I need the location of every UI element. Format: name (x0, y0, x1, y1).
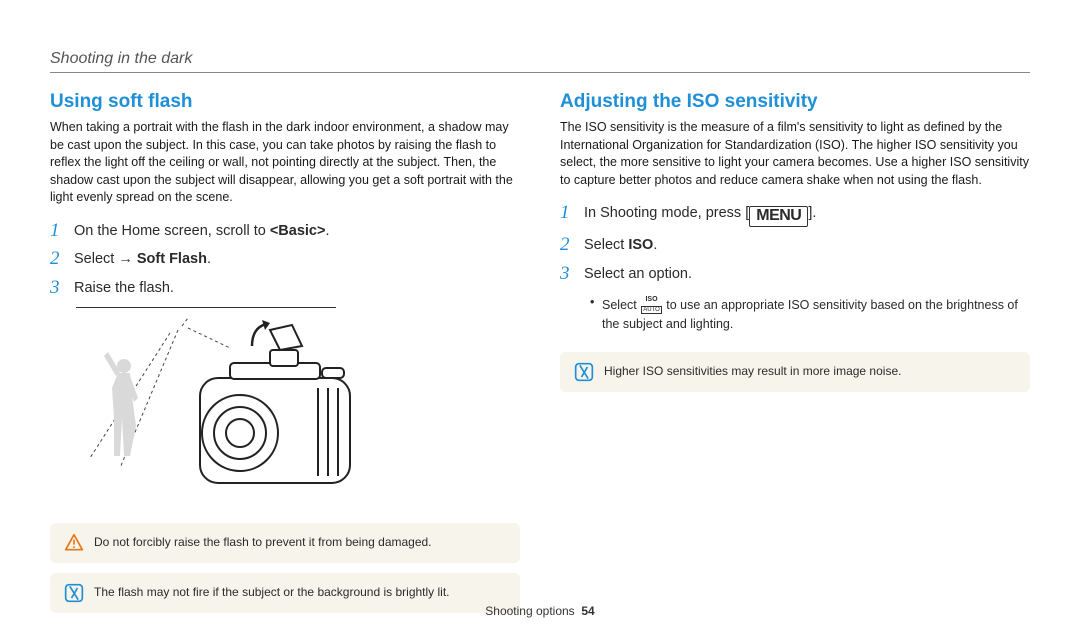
step-number: 1 (560, 203, 574, 224)
header-rule (50, 72, 1030, 73)
menu-button-graphic: MENU (749, 206, 808, 227)
warning-text: Do not forcibly raise the flash to preve… (94, 535, 432, 551)
steps-rule (76, 307, 336, 308)
left-steps: 1 On the Home screen, scroll to <Basic>.… (50, 221, 520, 300)
step-1-post: . (325, 223, 329, 239)
section-header: Shooting in the dark (50, 50, 1030, 68)
page-footer: Shooting options 54 (0, 604, 1080, 618)
step-number: 3 (50, 278, 64, 299)
sub-post: to use an appropriate ISO sensitivity ba… (602, 298, 1018, 331)
sub-bullet: Select ISOAUTO to use an appropriate ISO… (590, 293, 1030, 334)
sub-pre: Select (602, 298, 640, 312)
right-heading: Adjusting the ISO sensitivity (560, 91, 1030, 113)
r-step-2: 2 Select ISO. (560, 235, 1030, 256)
info-text-2: Higher ISO sensitivities may result in m… (604, 364, 901, 380)
step-3: 3 Raise the flash. (50, 278, 520, 299)
step-1: 1 On the Home screen, scroll to <Basic>. (50, 221, 520, 242)
step-2: 2 Select → Soft Flash. (50, 249, 520, 270)
info-icon (64, 583, 84, 603)
soft-flash-illustration (80, 318, 360, 498)
right-column: Adjusting the ISO sensitivity The ISO se… (560, 91, 1030, 613)
r-step-3-text: Select an option. (584, 264, 1030, 284)
step-number: 2 (560, 235, 574, 256)
left-heading: Using soft flash (50, 91, 520, 113)
r-step-2-pre: Select (584, 237, 628, 253)
r-step-1: 1 In Shooting mode, press [MENU]. (560, 203, 1030, 227)
step-2-bold: Soft Flash (137, 251, 207, 267)
step-3-text: Raise the flash. (74, 278, 520, 298)
r-step-3: 3 Select an option. (560, 264, 1030, 285)
warning-note: Do not forcibly raise the flash to preve… (50, 523, 520, 563)
step-number: 1 (50, 221, 64, 242)
r-step-2-bold: ISO (628, 237, 653, 253)
info-text-1: The flash may not fire if the subject or… (94, 585, 450, 601)
step-number: 3 (560, 264, 574, 285)
left-paragraph: When taking a portrait with the flash in… (50, 119, 520, 207)
r-step-2-post: . (653, 237, 657, 253)
r-step-1-pre: In Shooting mode, press [ (584, 205, 749, 221)
step-number: 2 (50, 249, 64, 270)
step-2-pre: Select → (74, 251, 137, 267)
two-column-layout: Using soft flash When taking a portrait … (50, 91, 1030, 613)
warning-icon (64, 533, 84, 553)
info-note-2: Higher ISO sensitivities may result in m… (560, 352, 1030, 392)
step-1-pre: On the Home screen, scroll to (74, 223, 270, 239)
left-column: Using soft flash When taking a portrait … (50, 91, 520, 613)
right-paragraph: The ISO sensitivity is the measure of a … (560, 119, 1030, 189)
r-step-1-post: ]. (808, 205, 816, 221)
footer-label: Shooting options (485, 604, 574, 618)
footer-page: 54 (581, 604, 594, 618)
info-icon (574, 362, 594, 382)
step-2-post: . (207, 251, 211, 267)
step-1-bold: <Basic> (270, 223, 326, 239)
right-steps: 1 In Shooting mode, press [MENU]. 2 Sele… (560, 203, 1030, 285)
iso-auto-icon: ISOAUTO (640, 293, 663, 315)
